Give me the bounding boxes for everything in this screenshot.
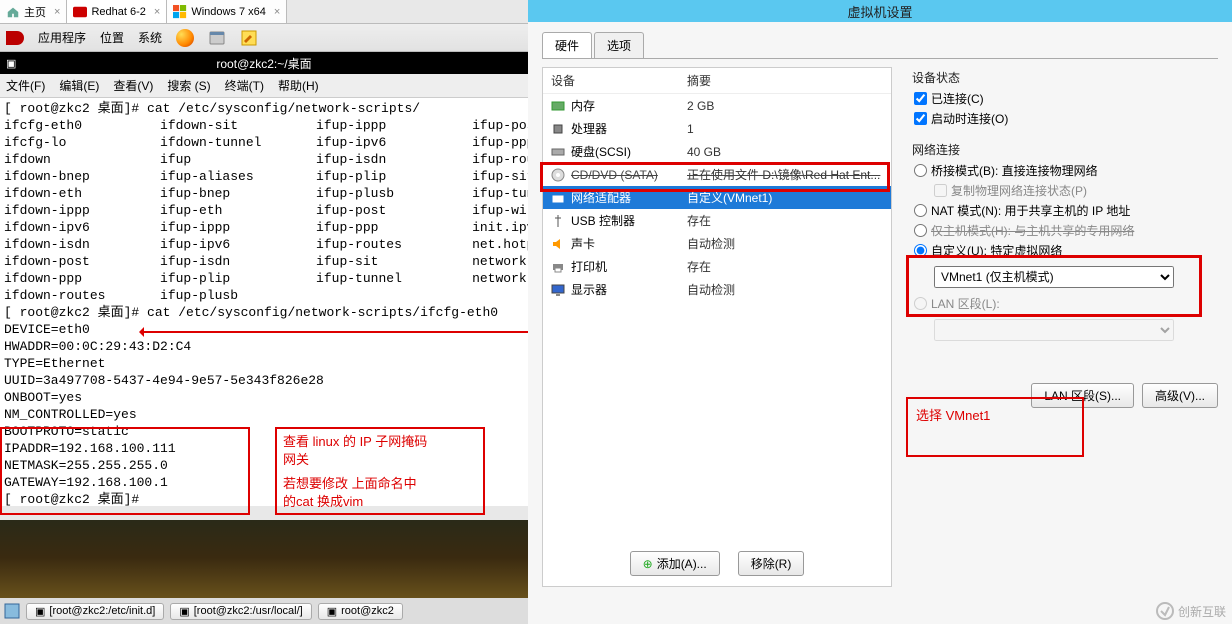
hw-row-usb[interactable]: USB 控制器存在	[543, 209, 891, 232]
close-icon[interactable]: ×	[270, 6, 280, 18]
win-icon	[173, 5, 187, 19]
remove-button[interactable]: 移除(R)	[738, 551, 805, 576]
files-icon[interactable]	[208, 29, 226, 47]
close-icon[interactable]: ×	[150, 6, 160, 18]
taskbar-item[interactable]: ▣root@zkc2	[318, 603, 403, 620]
tab-windows[interactable]: Windows 7 x64 ×	[167, 0, 287, 23]
note-line: 查看 linux 的 IP 子网掩码	[283, 433, 477, 451]
radio-nat[interactable]	[914, 204, 927, 217]
watermark-icon	[1156, 602, 1174, 620]
vm-tabs: 主页 × Redhat 6-2 × Windows 7 x64 ×	[0, 0, 528, 24]
tab-home[interactable]: 主页 ×	[0, 0, 67, 23]
tab-label: Windows 7 x64	[191, 6, 266, 18]
chk-connected[interactable]	[914, 92, 927, 105]
menu-places[interactable]: 位置	[100, 29, 124, 46]
dialog-title: 虚拟机设置	[528, 0, 1232, 22]
menu-edit[interactable]: 编辑(E)	[59, 77, 99, 94]
sound-icon	[551, 237, 565, 251]
taskbar-item[interactable]: ▣[root@zkc2:/usr/local/]	[170, 603, 311, 620]
redhat-logo-icon	[6, 31, 24, 45]
annotation-box-note: 查看 linux 的 IP 子网掩码 网关 若想要修改 上面命名中 的cat 换…	[275, 427, 485, 515]
add-button[interactable]: ⊕添加(A)...	[630, 551, 720, 576]
vm-settings-dialog: 虚拟机设置 硬件 选项 设备 摘要 内存2 GB 处理器1 硬盘(SCSI)40…	[528, 0, 1232, 624]
hw-row-cpu[interactable]: 处理器1	[543, 117, 891, 140]
note-line: 的cat 换成vim	[283, 493, 477, 511]
col-device: 设备	[551, 72, 687, 89]
cpu-icon	[551, 122, 565, 136]
annotation-text: 选择 VMnet1	[916, 408, 990, 423]
group-status: 设备状态	[912, 69, 1218, 86]
annotation-arrow	[142, 331, 528, 333]
terminal-title: root@zkc2:~/桌面	[216, 55, 311, 72]
tab-redhat[interactable]: Redhat 6-2 ×	[67, 0, 167, 23]
menu-search[interactable]: 搜索 (S)	[167, 77, 210, 94]
network-settings-panel: 设备状态 已连接(C) 启动时连接(O) 网络连接 桥接模式(B): 直接连接物…	[912, 67, 1218, 587]
rh-icon	[73, 5, 87, 19]
tab-options[interactable]: 选项	[594, 32, 644, 58]
custom-network-select[interactable]: VMnet1 (仅主机模式)	[934, 266, 1174, 288]
hw-row-cd[interactable]: CD/DVD (SATA)正在使用文件 D:\镜像\Red Hat Ent...	[543, 163, 891, 186]
hw-row-network[interactable]: 网络适配器自定义(VMnet1)	[543, 186, 891, 209]
show-desktop-icon[interactable]	[4, 603, 20, 619]
cd-icon	[551, 168, 565, 182]
radio-custom[interactable]	[914, 244, 927, 257]
memory-icon	[551, 99, 565, 113]
chk-connect-poweron[interactable]	[914, 112, 927, 125]
terminal-titlebar[interactable]: ▣ root@zkc2:~/桌面	[0, 52, 528, 74]
radio-lanseg	[914, 297, 927, 310]
note-icon[interactable]	[240, 29, 258, 47]
terminal-menubar: 文件(F) 编辑(E) 查看(V) 搜索 (S) 终端(T) 帮助(H)	[0, 74, 528, 98]
hw-row-printer[interactable]: 打印机存在	[543, 255, 891, 278]
advanced-button[interactable]: 高级(V)...	[1142, 383, 1218, 408]
col-summary: 摘要	[687, 72, 711, 89]
tab-label: 主页	[24, 4, 46, 20]
taskbar: ▣[root@zkc2:/etc/init.d] ▣[root@zkc2:/us…	[0, 598, 528, 624]
add-icon: ⊕	[643, 557, 653, 571]
home-icon	[6, 5, 20, 19]
tab-hardware[interactable]: 硬件	[542, 32, 592, 58]
network-icon	[551, 191, 565, 205]
note-line: 网关	[283, 451, 477, 469]
usb-icon	[551, 214, 565, 228]
close-icon[interactable]: ×	[50, 6, 60, 18]
menu-file[interactable]: 文件(F)	[6, 77, 45, 94]
tab-label: Redhat 6-2	[91, 6, 145, 18]
menu-system[interactable]: 系统	[138, 29, 162, 46]
menu-terminal[interactable]: 终端(T)	[225, 77, 264, 94]
hw-row-display[interactable]: 显示器自动检测	[543, 278, 891, 301]
chk-replicate	[934, 184, 947, 197]
hw-row-sound[interactable]: 声卡自动检测	[543, 232, 891, 255]
annotation-box-vmnet: 选择 VMnet1	[906, 397, 1084, 457]
menu-view[interactable]: 查看(V)	[113, 77, 153, 94]
display-icon	[551, 283, 565, 297]
lanseg-select	[934, 319, 1174, 341]
radio-bridge[interactable]	[914, 164, 927, 177]
watermark: 创新互联	[1156, 602, 1226, 620]
hdd-icon	[551, 145, 565, 159]
hw-header: 设备 摘要	[543, 68, 891, 94]
menu-help[interactable]: 帮助(H)	[278, 77, 319, 94]
left-pane: 主页 × Redhat 6-2 × Windows 7 x64 × 应用程序 位…	[0, 0, 528, 624]
hardware-list: 设备 摘要 内存2 GB 处理器1 硬盘(SCSI)40 GB CD/DVD (…	[542, 67, 892, 587]
hw-row-hdd[interactable]: 硬盘(SCSI)40 GB	[543, 140, 891, 163]
terminal-icon: ▣	[6, 57, 16, 70]
settings-tabs: 硬件 选项	[542, 32, 1218, 59]
group-network-conn: 网络连接	[912, 141, 1218, 158]
gnome-toolbar: 应用程序 位置 系统	[0, 24, 528, 52]
hw-row-memory[interactable]: 内存2 GB	[543, 94, 891, 117]
radio-hostonly[interactable]	[914, 224, 927, 237]
taskbar-item[interactable]: ▣[root@zkc2:/etc/init.d]	[26, 603, 164, 620]
menu-apps[interactable]: 应用程序	[38, 29, 86, 46]
printer-icon	[551, 260, 565, 274]
note-line: 若想要修改 上面命名中	[283, 475, 477, 493]
firefox-icon[interactable]	[176, 29, 194, 47]
